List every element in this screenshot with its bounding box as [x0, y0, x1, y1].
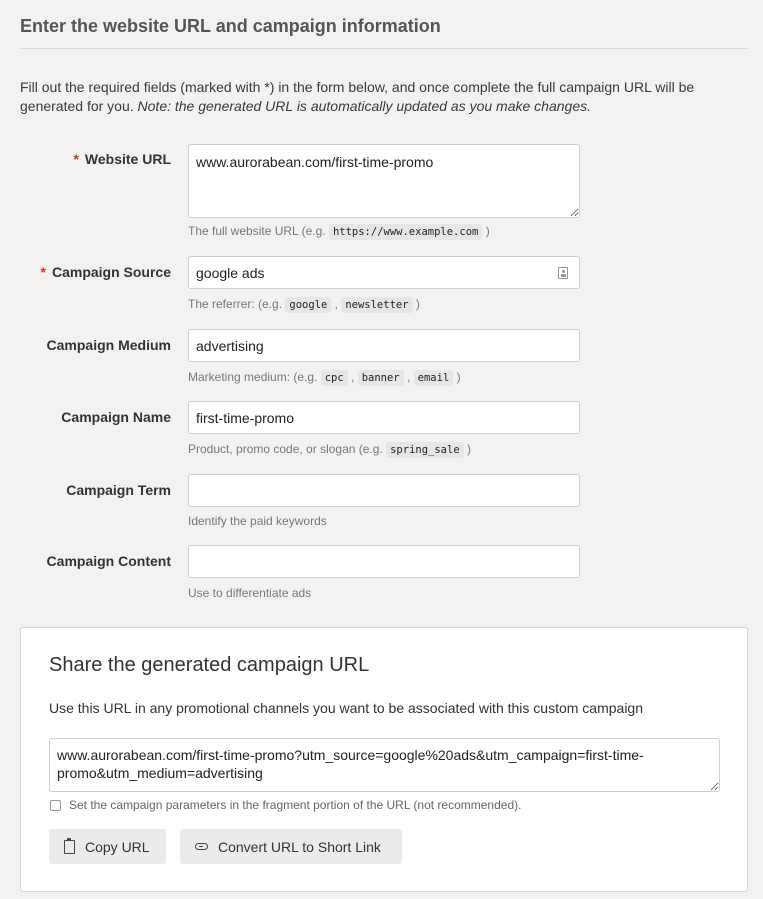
campaign-content-help: Use to differentiate ads: [188, 586, 312, 600]
link-icon: [195, 843, 208, 850]
campaign-source-label: * Campaign Source: [41, 264, 171, 280]
campaign-term-label: Campaign Term: [66, 482, 171, 498]
copy-url-button[interactable]: Copy URL: [49, 829, 166, 864]
campaign-name-help: Product, promo code, or slogan (e.g. spr…: [188, 442, 471, 458]
campaign-source-help: The referrer: (e.g. google , newsletter …: [188, 297, 420, 313]
share-description: Use this URL in any promotional channels…: [49, 700, 644, 716]
required-marker: *: [73, 151, 79, 167]
help-example-code: https://www.example.com: [328, 224, 483, 240]
campaign-term-input[interactable]: [188, 474, 580, 507]
campaign-name-label-text: Campaign Name: [61, 409, 171, 425]
website-url-label-text: Website URL: [84, 151, 171, 167]
help-text: The referrer: (e.g.: [188, 297, 286, 311]
share-title: Share the generated campaign URL: [49, 654, 370, 676]
help-example-code: email: [413, 370, 454, 386]
help-text: The full website URL (e.g.: [188, 224, 329, 238]
campaign-content-label: Campaign Content: [47, 553, 171, 569]
help-example-code: cpc: [320, 370, 348, 386]
campaign-name-input[interactable]: [188, 401, 580, 434]
help-text: ): [415, 297, 420, 311]
short-link-label: Convert URL to Short Link: [218, 838, 381, 855]
campaign-source-input[interactable]: [188, 256, 580, 289]
copy-url-label: Copy URL: [85, 838, 150, 855]
help-text: Product, promo code, or slogan (e.g.: [188, 442, 387, 456]
help-example-code: google: [285, 297, 332, 313]
campaign-name-label: Campaign Name: [61, 409, 171, 425]
campaign-content-input[interactable]: [188, 545, 580, 578]
campaign-medium-label: Campaign Medium: [47, 337, 171, 353]
fragment-checkbox[interactable]: [50, 799, 61, 811]
contact-card-icon[interactable]: [558, 267, 568, 279]
help-text: Marketing medium: (e.g.: [188, 370, 321, 384]
help-example-code: banner: [357, 370, 404, 386]
fragment-checkbox-label: Set the campaign parameters in the fragm…: [69, 798, 522, 812]
page-heading: Enter the website URL and campaign infor…: [20, 16, 441, 36]
website-url-label: * Website URL: [73, 151, 171, 167]
campaign-source-label-text: Campaign Source: [51, 264, 171, 280]
help-text: ): [467, 442, 471, 456]
intro-note: Note: the generated URL is automatically…: [137, 98, 591, 114]
campaign-content-label-text: Campaign Content: [46, 553, 171, 569]
help-text: ): [485, 224, 490, 238]
generated-url-output[interactable]: www.aurorabean.com/first-time-promo?utm_…: [49, 738, 720, 792]
heading-divider: [20, 48, 748, 49]
share-panel: Share the generated campaign URL Use thi…: [20, 627, 748, 892]
campaign-term-label-text: Campaign Term: [66, 482, 171, 498]
intro-text: Fill out the required fields (marked wit…: [20, 78, 750, 116]
short-link-button[interactable]: Convert URL to Short Link: [180, 829, 402, 864]
help-text: ): [456, 370, 461, 384]
website-url-help: The full website URL (e.g. https://www.e…: [188, 224, 490, 240]
campaign-medium-input[interactable]: [188, 329, 580, 362]
campaign-medium-help: Marketing medium: (e.g. cpc , banner , e…: [188, 370, 461, 386]
clipboard-icon: [64, 837, 75, 854]
website-url-input[interactable]: www.aurorabean.com/first-time-promo: [188, 144, 580, 218]
campaign-medium-label-text: Campaign Medium: [46, 337, 171, 353]
required-marker: *: [40, 264, 46, 280]
help-example-code: newsletter: [341, 297, 413, 313]
campaign-term-help: Identify the paid keywords: [188, 514, 327, 528]
fragment-option[interactable]: Set the campaign parameters in the fragm…: [49, 798, 521, 812]
help-example-code: spring_sale: [386, 442, 464, 458]
